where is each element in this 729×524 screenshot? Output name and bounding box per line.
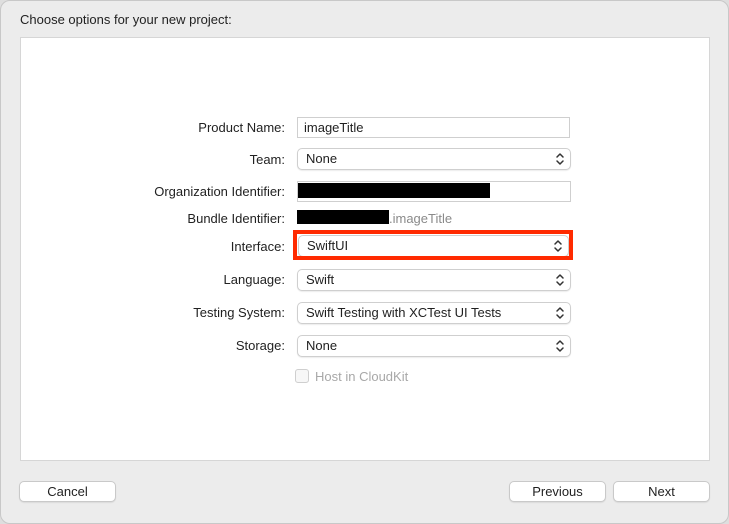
chevron-updown-icon [556,153,564,165]
storage-select-value: None [306,338,338,353]
new-project-dialog: Choose options for your new project: Pro… [0,0,729,524]
chevron-updown-icon [556,274,564,286]
bundle-identifier-suffix: .imageTitle [389,211,453,226]
team-label: Team: [249,152,285,167]
storage-select[interactable]: None [297,335,571,357]
host-in-cloudkit-checkbox [295,369,309,383]
cancel-button[interactable]: Cancel [19,481,116,502]
language-label: Language: [223,272,285,287]
interface-label: Interface: [230,239,285,254]
next-button[interactable]: Next [613,481,710,502]
team-select[interactable]: None [297,148,571,170]
language-select-value: Swift [306,272,335,287]
product-name-label: Product Name: [198,120,285,135]
organization-identifier-label: Organization Identifier: [154,184,285,199]
redacted-bundle-prefix [297,210,389,224]
dialog-title: Choose options for your new project: [20,12,232,27]
redacted-organization-identifier [298,183,490,198]
team-select-value: None [306,151,338,166]
chevron-updown-icon [556,307,564,319]
product-name-field[interactable]: imageTitle [297,117,570,138]
testing-system-select-value: Swift Testing with XCTest UI Tests [306,305,502,320]
testing-system-label: Testing System: [193,305,285,320]
testing-system-select[interactable]: Swift Testing with XCTest UI Tests [297,302,571,324]
chevron-updown-icon [556,340,564,352]
previous-button[interactable]: Previous [509,481,606,502]
interface-highlight-box [293,230,573,260]
bundle-identifier-label: Bundle Identifier: [187,211,285,226]
host-in-cloudkit-label: Host in CloudKit [315,369,409,384]
host-in-cloudkit-option: Host in CloudKit [295,369,408,384]
language-select[interactable]: Swift [297,269,571,291]
storage-label: Storage: [235,338,285,353]
